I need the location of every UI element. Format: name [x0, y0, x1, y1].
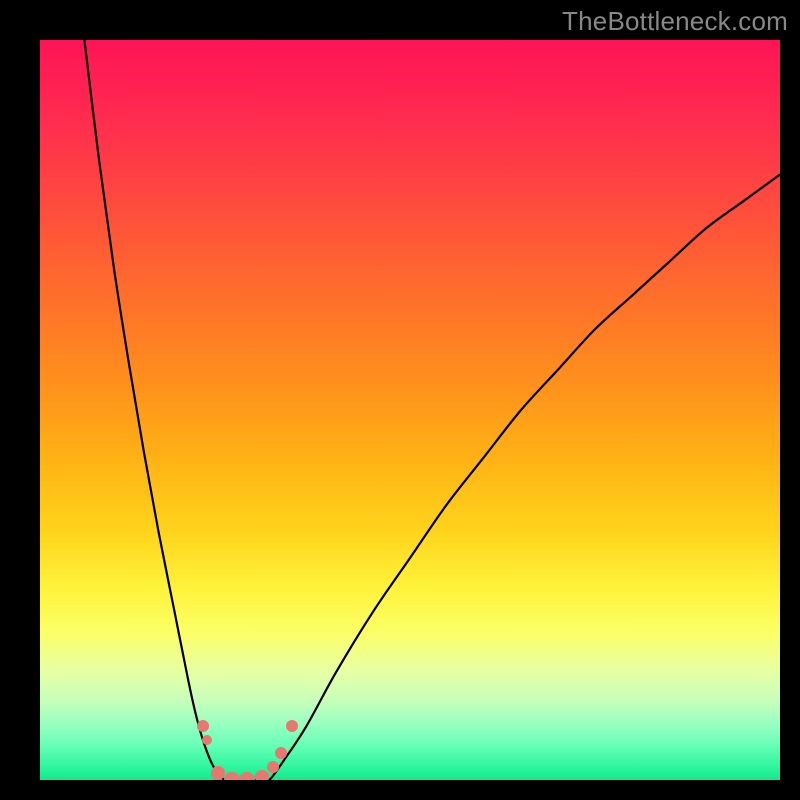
data-marker [267, 761, 279, 773]
data-marker [197, 720, 209, 732]
data-marker [202, 735, 212, 745]
data-marker [255, 770, 269, 780]
watermark-text: TheBottleneck.com [562, 6, 788, 37]
data-marker [275, 747, 287, 759]
plot-area [40, 40, 780, 780]
data-marker [239, 772, 255, 780]
data-marker [211, 766, 225, 780]
data-marker [224, 772, 240, 780]
chart-frame: TheBottleneck.com [0, 0, 800, 800]
markers-layer [40, 40, 780, 780]
data-marker [286, 720, 298, 732]
